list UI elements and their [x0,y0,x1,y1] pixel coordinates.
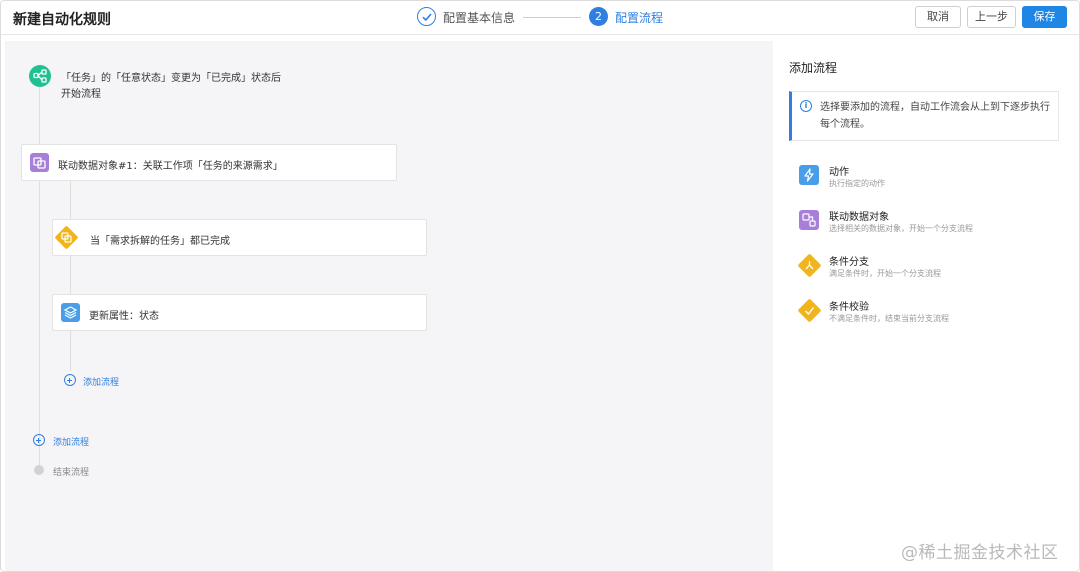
link-object-icon [30,153,49,172]
flow-node-label: 联动数据对象#1：关联工作项「任务的来源需求」 [58,161,283,172]
trigger-condition-text: 「任务」的「任意状态」变更为「已完成」状态后 [61,73,281,84]
save-button[interactable]: 保存 [1022,6,1067,28]
flow-node-link-object[interactable]: 联动数据对象#1：关联工作项「任务的来源需求」 [21,144,397,181]
previous-step-button[interactable]: 上一步 [967,6,1016,28]
step-1-label[interactable]: 配置基本信息 [443,9,515,26]
flow-node-condition[interactable]: 当「需求拆解的任务」都已完成 [52,219,427,256]
check-icon [797,298,822,323]
end-flow-label: 结束流程 [53,468,90,478]
layers-icon [61,303,80,322]
top-bar: 新建自动化规则 配置基本信息 2 配置流程 取消 上一步 保存 [1,1,1079,35]
step-2-label[interactable]: 配置流程 [615,9,663,26]
flow-node-update-attribute[interactable]: 更新属性：状态 [52,294,427,331]
add-branch-flow-link[interactable]: 添加流程 [83,375,119,388]
option-title: 条件校验 [829,302,869,313]
option-description: 执行指定的动作 [829,179,885,188]
option-title: 动作 [829,167,849,178]
watermark: @稀土掘金技术社区 [901,543,1059,563]
option-link-object[interactable]: 联动数据对象 选择相关的数据对象，开始一个分支流程 [797,208,1057,246]
add-circle-icon[interactable] [64,374,76,386]
info-icon: i [800,100,812,112]
flow-node-label: 当「需求拆解的任务」都已完成 [90,236,230,247]
panel-title: 添加流程 [789,61,838,75]
condition-check-icon [54,225,79,250]
step-divider [523,17,581,18]
branch-flow-line [70,181,71,371]
app-window: 新建自动化规则 配置基本信息 2 配置流程 取消 上一步 保存 「任务」的「任意… [0,0,1080,572]
option-description: 不满足条件时，结束当前分支流程 [829,314,949,323]
option-condition-check[interactable]: 条件校验 不满足条件时，结束当前分支流程 [797,298,1057,336]
option-description: 选择相关的数据对象，开始一个分支流程 [829,224,973,233]
step-2-number: 2 [589,7,608,26]
flow-canvas: 「任务」的「任意状态」变更为「已完成」状态后 开始流程 联动数据对象#1：关联工… [5,41,773,571]
option-title: 联动数据对象 [829,212,889,223]
page-title: 新建自动化规则 [13,12,111,28]
add-flow-panel: 添加流程 i 选择要添加的流程，自动工作流会从上到下逐步执行每个流程。 动作 执… [773,41,1075,571]
trigger-start-text: 开始流程 [61,89,101,100]
flow-node-label: 更新属性：状态 [89,311,159,322]
lightning-icon [799,165,819,185]
info-notice: i 选择要添加的流程，自动工作流会从上到下逐步执行每个流程。 [789,91,1059,141]
option-condition-branch[interactable]: 条件分支 满足条件时，开始一个分支流程 [797,253,1057,291]
cancel-button[interactable]: 取消 [915,6,961,28]
link-object-icon [799,210,819,230]
option-action[interactable]: 动作 执行指定的动作 [797,163,1057,201]
option-description: 满足条件时，开始一个分支流程 [829,269,941,278]
option-title: 条件分支 [829,257,869,268]
add-circle-icon[interactable] [33,434,45,446]
trigger-icon [29,65,51,87]
step-done-check-icon [417,7,436,26]
branch-icon [797,253,822,278]
end-dot-icon [34,465,44,475]
add-main-flow-link[interactable]: 添加流程 [53,435,89,448]
info-text: 选择要添加的流程，自动工作流会从上到下逐步执行每个流程。 [820,102,1050,130]
